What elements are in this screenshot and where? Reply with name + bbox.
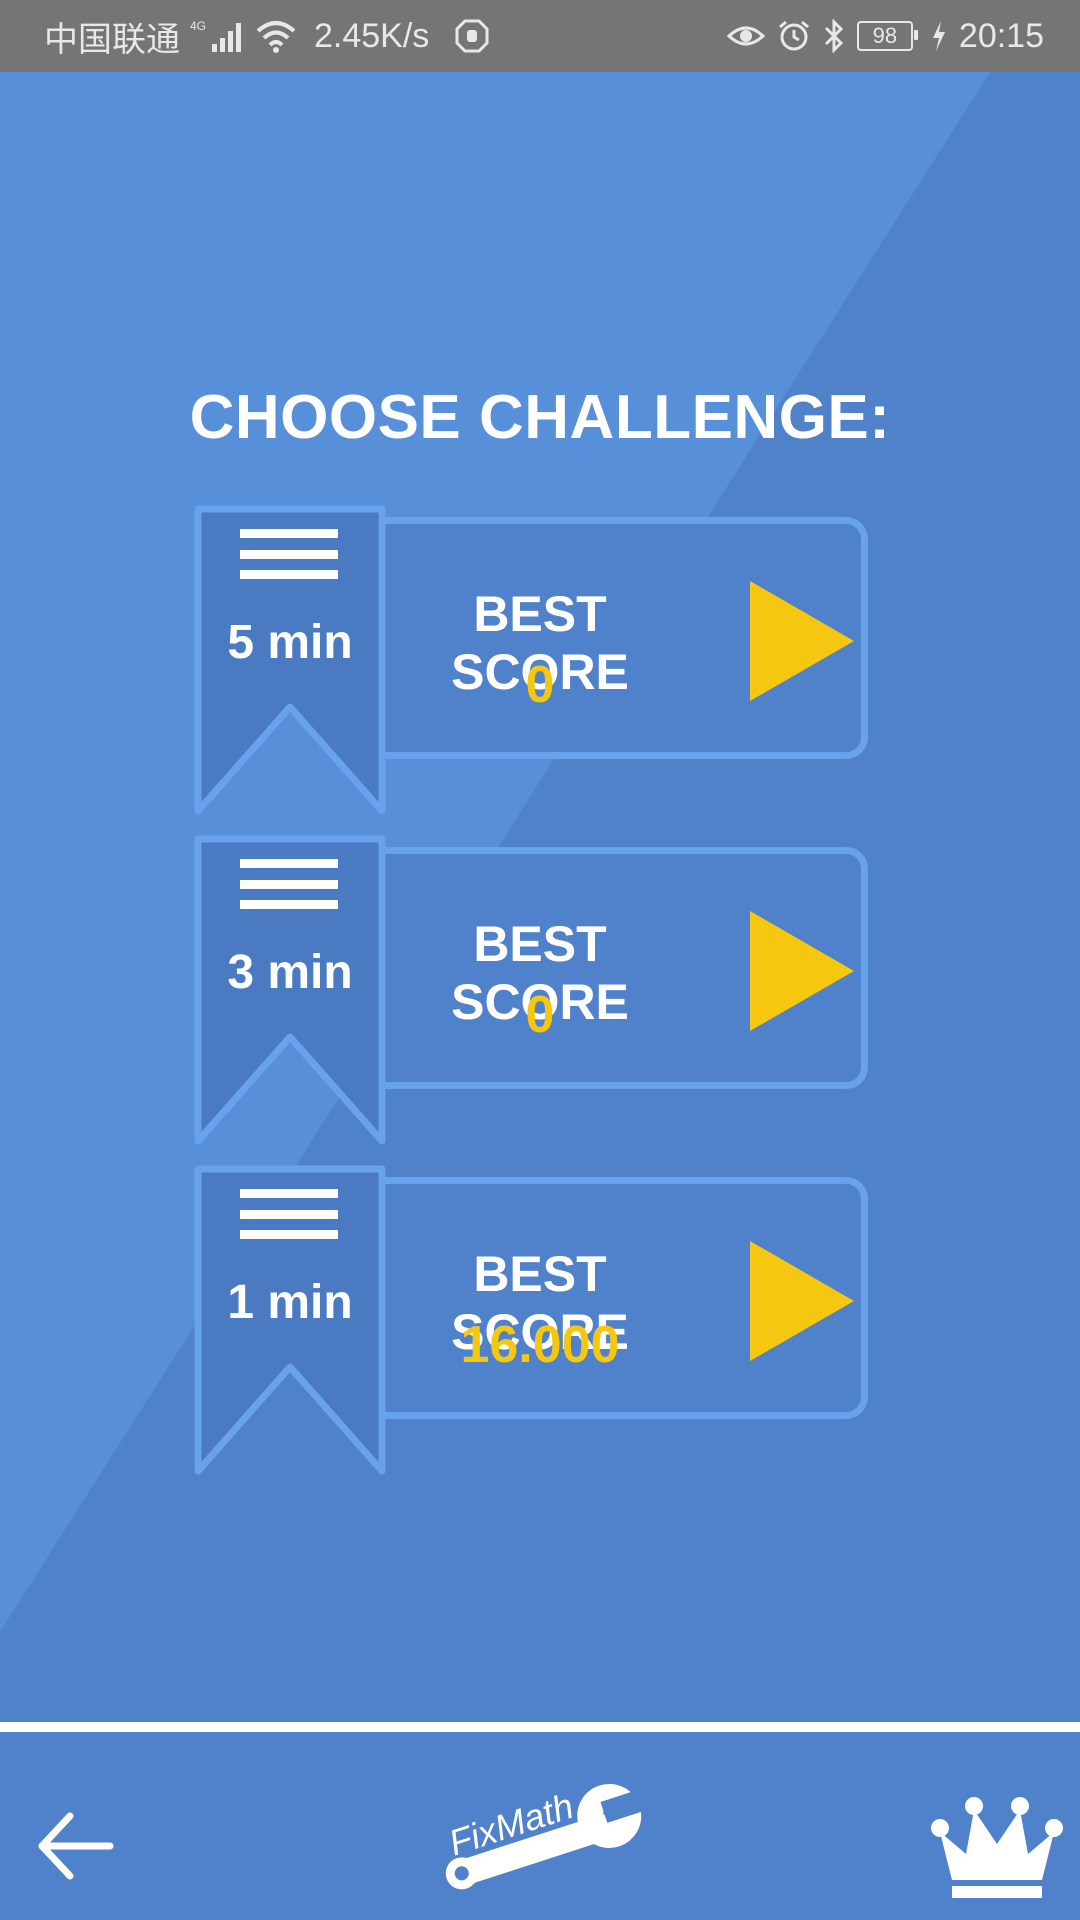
eye-icon [726,22,765,50]
back-arrow-icon [38,1812,114,1880]
fixmath-logo: + FixMath [444,1783,646,1890]
back-button[interactable] [36,1806,116,1886]
carrier-name: 中国联通 [44,20,180,59]
best-score-value: 16.000 [460,1316,620,1374]
bottom-bar: + FixMath [0,1732,1080,1920]
play-button[interactable] [750,1241,854,1361]
challenge-duration: 5 min [227,616,353,669]
alarm-icon [777,19,811,53]
menu-lines-icon [240,859,338,909]
challenge-duration: 3 min [227,946,353,999]
challenge-duration: 1 min [227,1276,353,1329]
play-icon [750,1241,854,1361]
challenge-card-1-min[interactable]: 1 min BEST SCORE 16.000 [190,1165,880,1485]
status-bar: 中国联通 4G 2.45K/s 98 20:15 [0,0,1080,72]
status-bar-left: 中国联通 4G 2.45K/s [44,0,489,72]
challenge-card-3-min[interactable]: 3 min BEST SCORE 0 [190,835,880,1155]
play-button[interactable] [750,911,854,1031]
challenge-card-5-min[interactable]: 5 min BEST SCORE 0 [190,505,880,825]
play-button[interactable] [750,581,854,701]
status-bar-right: 98 20:15 [726,0,1044,72]
wifi-icon [256,19,296,53]
best-score-value: 0 [525,986,555,1044]
bottom-divider [0,1722,1080,1732]
page-title: CHOOSE CHALLENGE: [189,383,891,452]
signal-icon: 4G [190,18,246,54]
clock-time: 20:15 [958,16,1044,55]
bluetooth-icon [823,19,845,53]
leaderboard-button[interactable] [930,1792,1064,1902]
network-speed: 2.45K/s [314,16,430,55]
app-notification-icon [455,19,489,53]
crown-icon [931,1797,1063,1898]
challenge-screen: 中国联通 4G 2.45K/s 98 20:15 CHOOSE CHALLENG… [0,0,1080,1920]
battery-icon: 98 [856,21,918,51]
menu-lines-icon [240,529,338,579]
charging-icon [931,21,947,51]
network-type: 4G [190,19,206,33]
menu-lines-icon [240,1189,338,1239]
best-score-value: 0 [525,656,555,714]
play-icon [750,911,854,1031]
play-icon [750,581,854,701]
